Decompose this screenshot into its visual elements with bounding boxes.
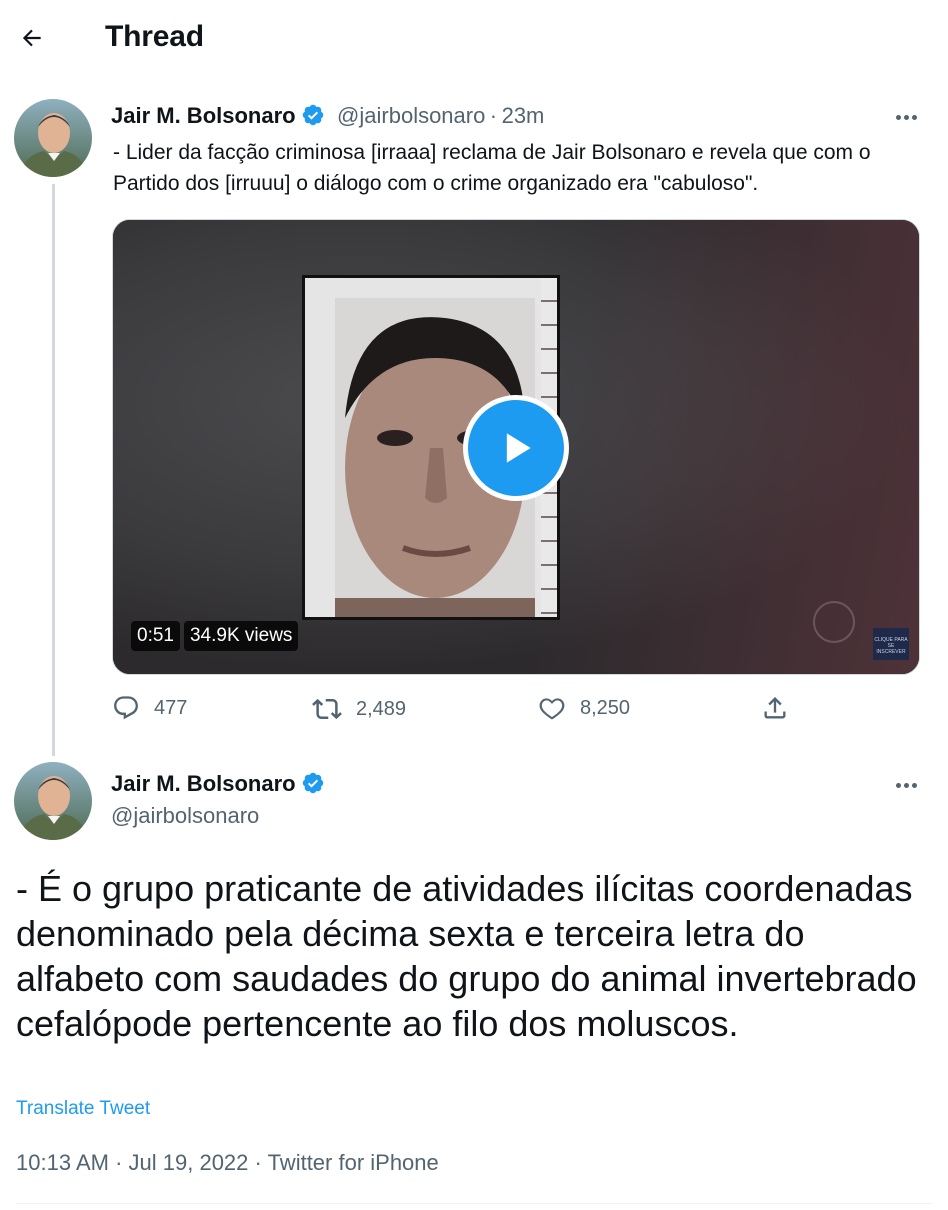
- share-button[interactable]: [761, 694, 789, 722]
- reply-button[interactable]: 477: [112, 694, 187, 722]
- avatar-image: [14, 99, 92, 177]
- tweet-meta: 10:13 AM · Jul 19, 2022 · Twitter for iP…: [16, 1150, 439, 1176]
- tweet-header: Jair M. Bolsonaro @jairbolsonaro · 23m: [111, 103, 544, 129]
- separator-dot: ·: [254, 1150, 262, 1175]
- thread-connector-line: [52, 184, 55, 756]
- like-button[interactable]: 8,250: [538, 694, 630, 722]
- author-name[interactable]: Jair M. Bolsonaro: [111, 771, 296, 796]
- back-button[interactable]: [14, 20, 50, 56]
- avatar[interactable]: [14, 99, 92, 177]
- like-icon: [539, 698, 565, 720]
- translate-tweet-link[interactable]: Translate Tweet: [16, 1098, 150, 1120]
- tweet-date[interactable]: Jul 19, 2022: [129, 1150, 249, 1175]
- channel-watermark: CLIQUE PARA SE INSCREVER: [873, 628, 909, 660]
- separator-dot: ·: [489, 103, 498, 128]
- verified-badge-icon: [302, 772, 323, 794]
- author-handle[interactable]: @jairbolsonaro: [111, 803, 259, 829]
- tweet-text: - Lider da facção criminosa [irraaa] rec…: [113, 141, 871, 195]
- author-name[interactable]: Jair M. Bolsonaro: [111, 103, 296, 128]
- author-handle[interactable]: @jairbolsonaro: [337, 103, 485, 128]
- share-icon: [764, 697, 786, 719]
- retweet-button[interactable]: 2,489: [312, 694, 406, 724]
- divider: [16, 1203, 932, 1204]
- page-title: Thread: [105, 20, 204, 53]
- tweet-source[interactable]: Twitter for iPhone: [268, 1150, 439, 1175]
- video-player[interactable]: 0:51 34.9K views CLIQUE PARA SE INSCREVE…: [112, 219, 920, 675]
- more-icon: [894, 107, 918, 125]
- tweet-actions: 477 2,489 8,250: [0, 694, 948, 730]
- more-options-button[interactable]: [888, 98, 924, 134]
- separator-dot: ·: [115, 1150, 123, 1175]
- video-meta: 0:51 34.9K views: [131, 621, 299, 651]
- tweet-time[interactable]: 10:13 AM: [16, 1150, 109, 1175]
- back-arrow-icon: [22, 29, 41, 47]
- like-count: 8,250: [580, 696, 631, 719]
- retweet-icon: [312, 698, 342, 720]
- play-icon: [506, 433, 531, 463]
- video-duration: 0:51: [131, 621, 180, 651]
- timestamp[interactable]: 23m: [502, 103, 545, 128]
- verified-badge-icon: [302, 104, 323, 126]
- thread-header: Thread: [0, 0, 948, 78]
- reply-icon: [114, 696, 138, 720]
- video-views: 34.9K views: [183, 621, 299, 651]
- avatar-image: [14, 762, 92, 840]
- avatar[interactable]: [14, 762, 92, 840]
- reply-count: 477: [154, 696, 188, 719]
- channel-logo-mark: [813, 601, 855, 643]
- play-button[interactable]: [463, 395, 569, 501]
- tweet-author: Jair M. Bolsonaro: [111, 771, 325, 797]
- tweet-text: - É o grupo praticante de atividades ilí…: [16, 868, 917, 1044]
- more-icon: [894, 775, 918, 793]
- more-options-button[interactable]: [888, 766, 924, 802]
- retweet-count: 2,489: [356, 697, 407, 720]
